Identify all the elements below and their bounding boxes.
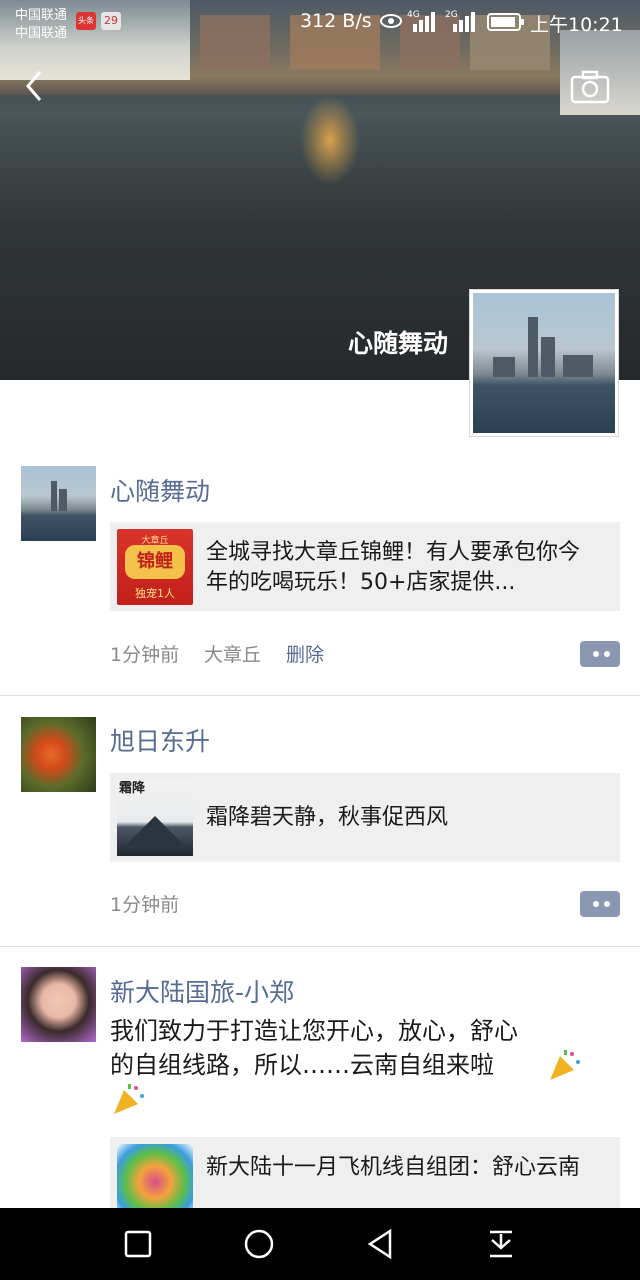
- card-title: 全城寻找大章丘锦鲤！有人要承包你今年的吃喝玩乐！50+店家提供...: [206, 540, 581, 595]
- card-title: 霜降碧天静，秋事促西风: [206, 805, 449, 830]
- back-icon[interactable]: [366, 1228, 394, 1264]
- divider: [0, 946, 640, 947]
- battery-icon: [487, 12, 525, 36]
- tower-shape: [493, 357, 515, 377]
- camera-icon[interactable]: [570, 70, 610, 104]
- tower-shape: [563, 355, 593, 377]
- post-avatar[interactable]: [21, 967, 96, 1042]
- tower-shape: [51, 481, 57, 511]
- signal-4g-icon: 4G: [407, 10, 437, 36]
- post-location[interactable]: 大章丘: [204, 640, 261, 667]
- card-thumbnail: 霜降: [117, 780, 193, 856]
- clock: 上午10:21: [530, 14, 623, 36]
- shared-link-card[interactable]: 大章丘 锦鲤 独宠1人 全城寻找大章丘锦鲤！有人要承包你今年的吃喝玩乐！50+店…: [110, 522, 620, 611]
- party-popper-icon: [110, 1082, 146, 1116]
- back-arrow-icon[interactable]: [20, 68, 50, 104]
- divider: [0, 695, 640, 696]
- sun-reflection: [300, 95, 360, 185]
- comment-icon[interactable]: [580, 641, 620, 667]
- thumb-title: 锦鲤: [125, 545, 185, 579]
- carrier-label: 中国联通: [15, 8, 68, 23]
- post-author-name[interactable]: 旭日东升: [110, 722, 210, 758]
- card-thumbnail: 大章丘 锦鲤 独宠1人: [117, 529, 193, 605]
- avatar-photo: [473, 293, 615, 433]
- post-author-name[interactable]: 新大陆国旅-小郑: [110, 973, 294, 1009]
- toutiao-app-icon: 头条: [76, 12, 96, 30]
- avatar-photo: [21, 466, 96, 541]
- card-title: 新大陆十一月飞机线自组团：舒心云南: [206, 1155, 581, 1180]
- post-author-name[interactable]: 心随舞动: [110, 472, 210, 508]
- delete-button[interactable]: 删除: [286, 640, 324, 667]
- post-avatar[interactable]: [21, 717, 96, 792]
- home-icon[interactable]: [243, 1228, 275, 1264]
- carrier-label: 中国联通: [15, 26, 68, 41]
- tower-shape: [528, 317, 538, 377]
- post-text-line: 的自组线路，所以……云南自组来啦: [110, 1051, 494, 1079]
- mountain-icon: [125, 816, 185, 846]
- thumb-title: 霜降: [119, 781, 146, 796]
- tower-shape: [541, 337, 555, 377]
- comment-icon[interactable]: [580, 891, 620, 917]
- signal-2g-icon: 2G: [445, 10, 477, 36]
- cover-building: [200, 15, 270, 70]
- shared-link-card[interactable]: 霜降 霜降碧天静，秋事促西风: [110, 773, 620, 862]
- notification-pull-icon[interactable]: [487, 1228, 515, 1264]
- post-avatar[interactable]: [21, 466, 96, 541]
- profile-avatar[interactable]: [469, 289, 619, 437]
- notification-badge: 29: [101, 12, 121, 30]
- party-popper-icon: [546, 1048, 582, 1082]
- profile-nickname: 心随舞动: [347, 329, 448, 358]
- tower-shape: [59, 489, 67, 511]
- network-speed: 312 B/s: [300, 10, 372, 32]
- thumb-caption: 独宠1人: [135, 587, 175, 600]
- recent-apps-icon[interactable]: [124, 1230, 152, 1262]
- post-time: 1分钟前: [110, 894, 180, 916]
- post-text-line: 我们致力于打造让您开心，放心，舒心: [110, 1017, 518, 1045]
- eye-icon: [380, 12, 402, 34]
- system-nav-bar: [0, 1208, 640, 1280]
- post-time: 1分钟前: [110, 644, 180, 666]
